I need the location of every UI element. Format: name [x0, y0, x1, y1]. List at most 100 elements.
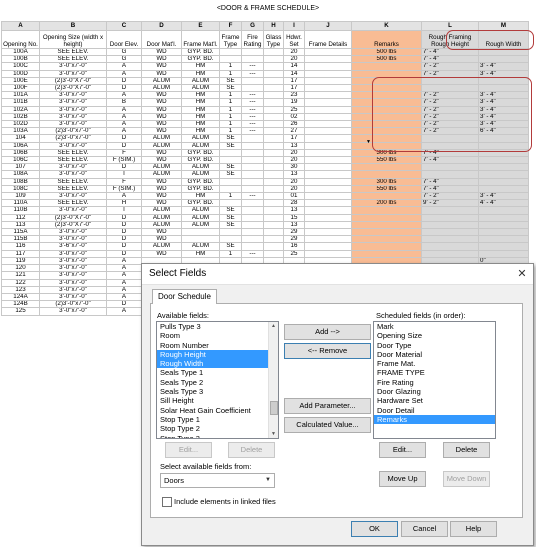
list-item[interactable]: Solar Heat Gain Coefficient: [157, 406, 278, 415]
table-cell[interactable]: 104: [1, 134, 40, 143]
table-cell[interactable]: [304, 84, 352, 93]
table-cell[interactable]: D: [106, 84, 142, 93]
table-cell[interactable]: [478, 220, 529, 230]
table-cell[interactable]: [263, 170, 284, 179]
table-cell[interactable]: [263, 105, 284, 114]
table-cell[interactable]: GYP. BD.: [181, 55, 220, 64]
table-cell[interactable]: A: [106, 271, 142, 280]
table-cell[interactable]: [421, 249, 479, 258]
table-cell[interactable]: 15: [283, 213, 305, 222]
table-cell[interactable]: G: [106, 47, 142, 57]
table-cell[interactable]: [478, 163, 529, 172]
table-cell[interactable]: 106C: [1, 156, 40, 165]
list-item[interactable]: Door Glazing: [374, 387, 495, 396]
table-cell[interactable]: [304, 55, 352, 64]
table-cell[interactable]: 122: [1, 278, 40, 287]
table-cell[interactable]: D: [106, 163, 142, 172]
table-cell[interactable]: [241, 55, 264, 64]
table-cell[interactable]: 3'-0"x7'-0": [39, 141, 107, 150]
table-cell[interactable]: [219, 235, 242, 244]
table-cell[interactable]: [304, 235, 352, 244]
table-cell[interactable]: 106A: [1, 141, 40, 150]
table-cell[interactable]: [263, 148, 284, 158]
table-cell[interactable]: WD: [141, 112, 182, 122]
column-header[interactable]: Opening No.: [1, 30, 40, 49]
table-cell[interactable]: [478, 156, 529, 165]
table-cell[interactable]: ALUM: [181, 134, 220, 143]
table-cell[interactable]: 3'-6"x7'-0": [39, 242, 107, 251]
table-cell[interactable]: [263, 228, 284, 237]
table-cell[interactable]: HM: [181, 120, 220, 129]
table-cell[interactable]: [304, 120, 352, 129]
table-cell[interactable]: 3'-0"x7'-0": [39, 112, 107, 122]
table-cell[interactable]: 3'-0"x7'-0": [39, 91, 107, 100]
table-cell[interactable]: 123: [1, 285, 40, 294]
table-cell[interactable]: D: [106, 134, 142, 143]
table-cell[interactable]: 100F: [1, 84, 40, 93]
table-cell[interactable]: [304, 170, 352, 179]
table-cell[interactable]: [263, 177, 284, 186]
table-cell[interactable]: 19: [283, 98, 305, 107]
table-cell[interactable]: [219, 199, 242, 208]
table-cell[interactable]: [478, 170, 529, 179]
table-cell[interactable]: [263, 127, 284, 136]
table-cell[interactable]: ---: [241, 127, 264, 136]
table-cell[interactable]: 1: [219, 105, 242, 114]
list-item[interactable]: Seals Type 3: [157, 387, 278, 396]
table-cell[interactable]: [241, 141, 264, 150]
table-cell[interactable]: 13: [283, 206, 305, 215]
table-cell[interactable]: 3'-0"x7'-0": [39, 264, 107, 273]
table-cell[interactable]: 02: [283, 112, 305, 122]
table-cell[interactable]: HM: [181, 192, 220, 201]
table-cell[interactable]: HM: [181, 98, 220, 107]
edit-available-button[interactable]: Edit...: [165, 442, 212, 458]
column-header[interactable]: Fire Rating: [241, 30, 264, 49]
table-cell[interactable]: ALUM: [141, 84, 182, 93]
table-cell[interactable]: [351, 192, 422, 201]
table-cell[interactable]: ---: [241, 120, 264, 129]
table-cell[interactable]: [241, 76, 264, 86]
table-cell[interactable]: 500 lbs: [351, 55, 422, 64]
table-cell[interactable]: [304, 105, 352, 114]
table-cell[interactable]: [263, 47, 284, 57]
table-cell[interactable]: (2)3'-0"x7'-0": [39, 127, 107, 136]
table-cell[interactable]: H: [106, 199, 142, 208]
column-header[interactable]: Remarks: [351, 30, 422, 49]
table-cell[interactable]: [304, 177, 352, 186]
table-cell[interactable]: 116: [1, 242, 40, 251]
table-cell[interactable]: [478, 235, 529, 244]
table-cell[interactable]: 3'-0"x7'-0": [39, 235, 107, 244]
table-cell[interactable]: WD: [141, 148, 182, 158]
table-cell[interactable]: WD: [141, 177, 182, 186]
table-cell[interactable]: [219, 156, 242, 165]
table-cell[interactable]: ---: [241, 105, 264, 114]
table-cell[interactable]: [241, 206, 264, 215]
table-cell[interactable]: [421, 163, 479, 172]
table-cell[interactable]: B: [106, 98, 142, 107]
table-cell[interactable]: ---: [241, 69, 264, 78]
table-cell[interactable]: [219, 228, 242, 237]
list-item[interactable]: Fire Rating: [374, 378, 495, 387]
table-cell[interactable]: WD: [141, 156, 182, 165]
table-cell[interactable]: SE: [219, 220, 242, 230]
table-cell[interactable]: (2)3'-0"X7'-0": [39, 220, 107, 230]
table-cell[interactable]: A: [106, 91, 142, 100]
table-cell[interactable]: 3'-0"x7'-0": [39, 98, 107, 107]
table-cell[interactable]: [263, 112, 284, 122]
list-item[interactable]: Frame Mat.: [374, 359, 495, 368]
table-cell[interactable]: [421, 228, 479, 237]
table-cell[interactable]: 119: [1, 256, 40, 266]
chevron-down-icon[interactable]: ▼: [366, 139, 371, 145]
table-cell[interactable]: 101A: [1, 91, 40, 100]
table-cell[interactable]: 20: [283, 47, 305, 57]
table-cell[interactable]: [421, 220, 479, 230]
scroll-up-icon[interactable]: ▲: [270, 322, 277, 330]
table-cell[interactable]: 25: [283, 249, 305, 258]
table-cell[interactable]: [263, 213, 284, 222]
table-cell[interactable]: 13: [283, 170, 305, 179]
table-cell[interactable]: [263, 235, 284, 244]
table-cell[interactable]: 3' - 4": [478, 62, 529, 71]
table-cell[interactable]: A: [106, 285, 142, 294]
list-item[interactable]: Remarks: [374, 414, 495, 425]
delete-scheduled-button[interactable]: Delete: [443, 442, 490, 458]
